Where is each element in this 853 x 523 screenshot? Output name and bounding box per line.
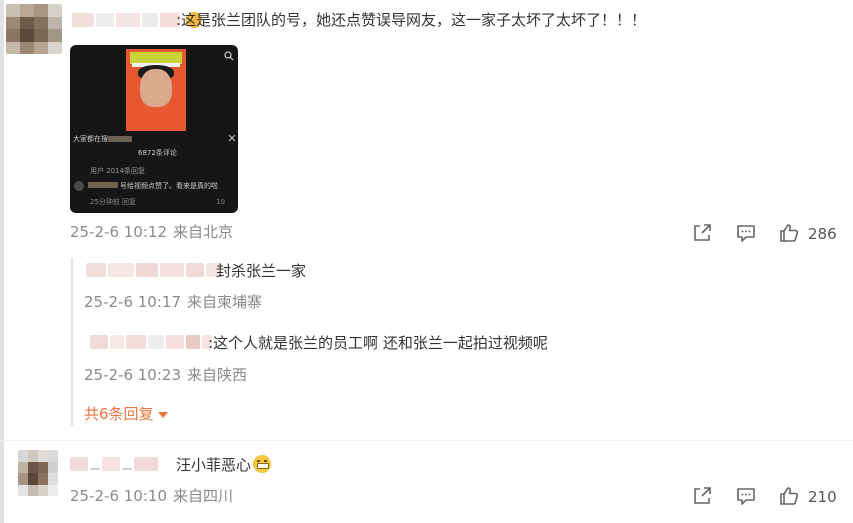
reply-location: 来自陕西: [187, 366, 248, 384]
chevron-down-icon: [157, 411, 168, 418]
share-icon[interactable]: [691, 485, 713, 507]
video-overlay-blur-3: [88, 182, 118, 188]
comment-text-content: 汪小菲恶心: [176, 456, 252, 474]
video-overlay-note: 用户 2014条回复: [90, 167, 146, 175]
like-icon[interactable]: [778, 485, 800, 507]
video-preview[interactable]: 大家都在搜 6872条评论 用户 2014条回复 号给视频点赞了。看来是真的啦 …: [70, 45, 238, 213]
like-count: 210: [808, 488, 837, 506]
comment-location: 来自四川: [173, 487, 234, 505]
reply-meta: 25-2-6 10:17 来自柬埔寨: [84, 292, 262, 312]
video-overlay-snippet: 号给视频点赞了。看来是真的啦: [120, 182, 218, 190]
avatar[interactable]: [18, 450, 58, 496]
like-count: 286: [808, 225, 837, 243]
like-icon[interactable]: [778, 222, 800, 244]
share-icon[interactable]: [691, 222, 713, 244]
video-overlay-heading: 大家都在搜: [73, 135, 108, 143]
comment-text: :这是张兰团队的号，她还点赞误导网友，这一家子太坏了太坏了！！！: [176, 11, 647, 29]
comment-icon[interactable]: [735, 222, 757, 244]
video-frame: [126, 49, 186, 131]
video-overlay-reply: 回复: [122, 198, 136, 206]
reply-date: 25-2-6 10:17: [84, 293, 181, 311]
reply-username-blurred[interactable]: [90, 335, 212, 349]
reply-meta: 25-2-6 10:23 来自陕西: [84, 365, 247, 385]
username-blurred[interactable]: [70, 457, 158, 471]
video-overlay-blur-2: [74, 181, 84, 191]
grimace-emoji-icon: [253, 455, 272, 473]
comment-meta: 25-2-6 10:12 来自北京: [70, 222, 233, 242]
reply-location: 来自柬埔寨: [187, 293, 263, 311]
comment-icon[interactable]: [735, 485, 757, 507]
comment-text: 汪小菲恶心: [176, 455, 272, 475]
comment-date: 25-2-6 10:10: [70, 487, 167, 505]
video-overlay-blur: [108, 136, 132, 142]
reply-text: :这个人就是张兰的员工啊 还和张兰一起拍过视频呢: [208, 334, 548, 352]
reply-date: 25-2-6 10:23: [84, 366, 181, 384]
reply-text: 封杀张兰一家: [216, 262, 307, 280]
comment-location: 来自北京: [173, 223, 234, 241]
more-replies-link[interactable]: 共6条回复: [84, 404, 168, 424]
reply-thread-line: [71, 258, 73, 426]
search-icon: [224, 51, 234, 61]
reply-username-blurred[interactable]: [86, 263, 222, 277]
left-edge-bar: [0, 0, 4, 523]
video-overlay-likes: 10: [216, 198, 225, 206]
more-replies-label: 共6条回复: [84, 405, 154, 423]
video-overlay-count: 6872条评论: [138, 149, 177, 157]
video-overlay-time: 25分钟前: [90, 198, 120, 206]
comment-date: 25-2-6 10:12: [70, 223, 167, 241]
avatar[interactable]: [6, 4, 62, 54]
comment-meta: 25-2-6 10:10 来自四川: [70, 486, 233, 506]
video-person-face: [140, 69, 172, 107]
comment-divider: [0, 440, 853, 441]
close-icon: [228, 134, 236, 142]
